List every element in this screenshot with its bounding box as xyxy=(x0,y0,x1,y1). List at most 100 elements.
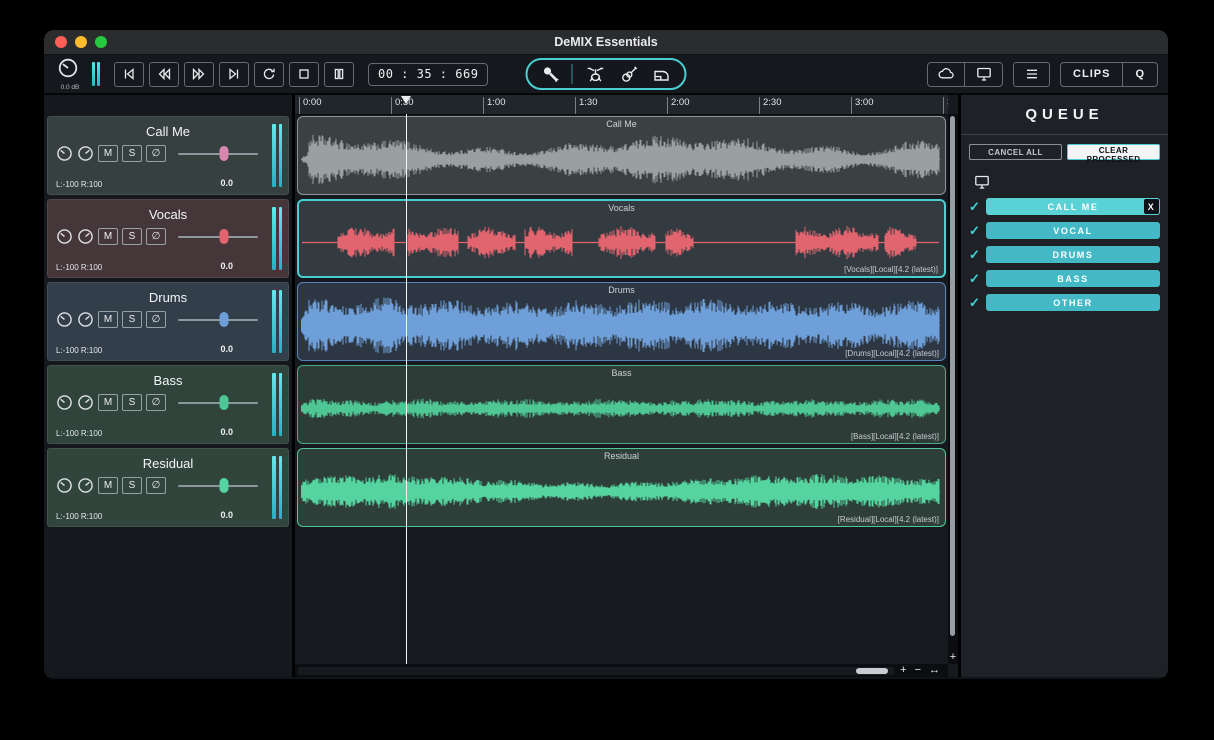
mute-button[interactable]: M xyxy=(98,311,118,328)
volume-slider[interactable] xyxy=(178,478,258,493)
cloud-button[interactable] xyxy=(928,62,966,86)
waveform xyxy=(302,225,939,260)
queue-item: ✓ DRUMS xyxy=(969,246,1160,263)
skip-start-button[interactable] xyxy=(114,61,144,87)
mute-button[interactable]: M xyxy=(98,477,118,494)
queue-toggle-button[interactable]: Q xyxy=(1123,63,1157,86)
pan-right-knob[interactable] xyxy=(77,394,94,411)
rewind-button[interactable] xyxy=(149,61,179,87)
local-device-button[interactable] xyxy=(965,63,1002,86)
pan-left-knob[interactable] xyxy=(56,228,73,245)
mute-button[interactable]: M xyxy=(98,228,118,245)
solo-button[interactable]: S xyxy=(122,228,142,245)
horizontal-scrollbar-thumb[interactable] xyxy=(856,667,889,674)
volume-slider[interactable] xyxy=(178,229,258,244)
lane-tag: [Drums][Local][4.2 (latest)] xyxy=(845,349,939,358)
track-header-call-me[interactable]: Call Me M S ∅ L:-100 R:100 0.0 xyxy=(47,116,289,195)
check-icon: ✓ xyxy=(969,222,980,238)
volume-slider-thumb[interactable] xyxy=(219,478,229,493)
horizontal-scrollbar-track[interactable] xyxy=(298,666,895,675)
mute-button[interactable]: M xyxy=(98,145,118,162)
pan-right-knob[interactable] xyxy=(77,311,94,328)
queue-item: ✓ CALL ME X xyxy=(969,198,1160,215)
solo-button[interactable]: S xyxy=(122,394,142,411)
pan-right-knob[interactable] xyxy=(77,477,94,494)
guitar-icon[interactable] xyxy=(619,64,639,84)
pan-range-label: L:-100 R:100 xyxy=(56,180,103,189)
menu-button[interactable] xyxy=(1013,61,1051,87)
waveform-lane-call-me[interactable]: Call Me xyxy=(297,116,946,195)
solo-button[interactable]: S xyxy=(122,477,142,494)
close-window-button[interactable] xyxy=(55,36,67,48)
queue-item-bass[interactable]: BASS xyxy=(986,270,1160,287)
track-header-residual[interactable]: Residual M S ∅ L:-100 R:100 0.0 xyxy=(47,448,289,527)
zoom-window-button[interactable] xyxy=(95,36,107,48)
transport-cluster: 0.0 dB 00: 35: 669 xyxy=(54,56,489,92)
phase-button[interactable]: ∅ xyxy=(146,311,166,328)
queue-item-vocal[interactable]: VOCAL xyxy=(986,222,1160,239)
waveform-lane-vocals[interactable]: Vocals [Vocals][Local][4.2 (latest)] xyxy=(297,199,946,278)
zoom-out-button[interactable]: − xyxy=(915,664,921,677)
cancel-all-button[interactable]: CANCEL ALL xyxy=(969,144,1062,160)
volume-slider-thumb[interactable] xyxy=(219,229,229,244)
pan-right-knob[interactable] xyxy=(77,145,94,162)
fast-forward-button[interactable] xyxy=(184,61,214,87)
waveform-lane-residual[interactable]: Residual [Residual][Local][4.2 (latest)] xyxy=(297,448,946,527)
ruler-tick: 1:30 xyxy=(575,97,598,114)
volume-slider[interactable] xyxy=(178,312,258,327)
phase-button[interactable]: ∅ xyxy=(146,145,166,162)
pause-button[interactable] xyxy=(324,61,354,87)
vertical-zoom-in-button[interactable]: + xyxy=(948,651,958,663)
master-gain-knob[interactable]: 0.0 dB xyxy=(54,56,82,92)
pan-left-knob[interactable] xyxy=(56,477,73,494)
vertical-scrollbar-thumb[interactable] xyxy=(950,116,955,636)
clear-processed-button[interactable]: CLEAR PROCESSED xyxy=(1067,144,1160,164)
minimize-window-button[interactable] xyxy=(75,36,87,48)
zoom-in-button[interactable]: + xyxy=(900,664,906,677)
waveform-lane-drums[interactable]: Drums [Drums][Local][4.2 (latest)] xyxy=(297,282,946,361)
remove-item-button[interactable]: X xyxy=(1144,199,1159,214)
vertical-scrollbar[interactable]: + xyxy=(948,114,958,664)
volume-slider[interactable] xyxy=(178,395,258,410)
track-name: Drums xyxy=(148,290,188,305)
mute-button[interactable]: M xyxy=(98,394,118,411)
playhead[interactable] xyxy=(406,114,407,664)
track-header-bass[interactable]: Bass M S ∅ L:-100 R:100 0.0 xyxy=(47,365,289,444)
solo-button[interactable]: S xyxy=(122,145,142,162)
skip-end-button[interactable] xyxy=(219,61,249,87)
pan-left-knob[interactable] xyxy=(56,394,73,411)
stop-button[interactable] xyxy=(289,61,319,87)
track-header-drums[interactable]: Drums M S ∅ L:-100 R:100 0.0 xyxy=(47,282,289,361)
check-icon: ✓ xyxy=(969,294,980,310)
phase-button[interactable]: ∅ xyxy=(146,228,166,245)
lane-title: Residual xyxy=(603,451,640,461)
phase-button[interactable]: ∅ xyxy=(146,477,166,494)
zoom-fit-button[interactable]: ↔ xyxy=(929,664,940,677)
pan-right-knob[interactable] xyxy=(77,228,94,245)
queue-panel: QUEUE CANCEL ALL CLEAR PROCESSED ✓ CALL … xyxy=(958,95,1168,677)
volume-slider[interactable] xyxy=(178,146,258,161)
solo-button[interactable]: S xyxy=(122,311,142,328)
clips-button[interactable]: CLIPS xyxy=(1061,62,1124,86)
microphone-icon[interactable] xyxy=(541,64,573,84)
piano-icon[interactable] xyxy=(652,64,672,84)
pan-left-knob[interactable] xyxy=(56,145,73,162)
app-window: DeMIX Essentials 0.0 dB 00: 35: 669 CL… xyxy=(44,30,1168,679)
track-header-vocals[interactable]: Vocals M S ∅ L:-100 R:100 0.0 xyxy=(47,199,289,278)
phase-button[interactable]: ∅ xyxy=(146,394,166,411)
horizontal-scrollbar[interactable]: + − ↔ xyxy=(295,664,948,677)
queue-item-other[interactable]: OTHER xyxy=(986,294,1160,311)
drums-icon[interactable] xyxy=(586,64,606,84)
volume-slider-thumb[interactable] xyxy=(219,146,229,161)
waveform-lane-bass[interactable]: Bass [Bass][Local][4.2 (latest)] xyxy=(297,365,946,444)
time-display[interactable]: 00 : 35 : 669 xyxy=(368,62,489,86)
queue-item-drums[interactable]: DRUMS xyxy=(986,246,1160,263)
timeline-ruler[interactable]: 0:00 0:30 1:00 1:30 2:00 2:30 3:00 3 xyxy=(295,95,948,115)
volume-slider-thumb[interactable] xyxy=(219,395,229,410)
lane-title: Drums xyxy=(608,285,635,295)
volume-slider-thumb[interactable] xyxy=(219,312,229,327)
pan-left-knob[interactable] xyxy=(56,311,73,328)
stem-selector[interactable] xyxy=(525,58,687,90)
loop-button[interactable] xyxy=(254,61,284,87)
queue-item-call-me[interactable]: CALL ME X xyxy=(986,198,1160,215)
